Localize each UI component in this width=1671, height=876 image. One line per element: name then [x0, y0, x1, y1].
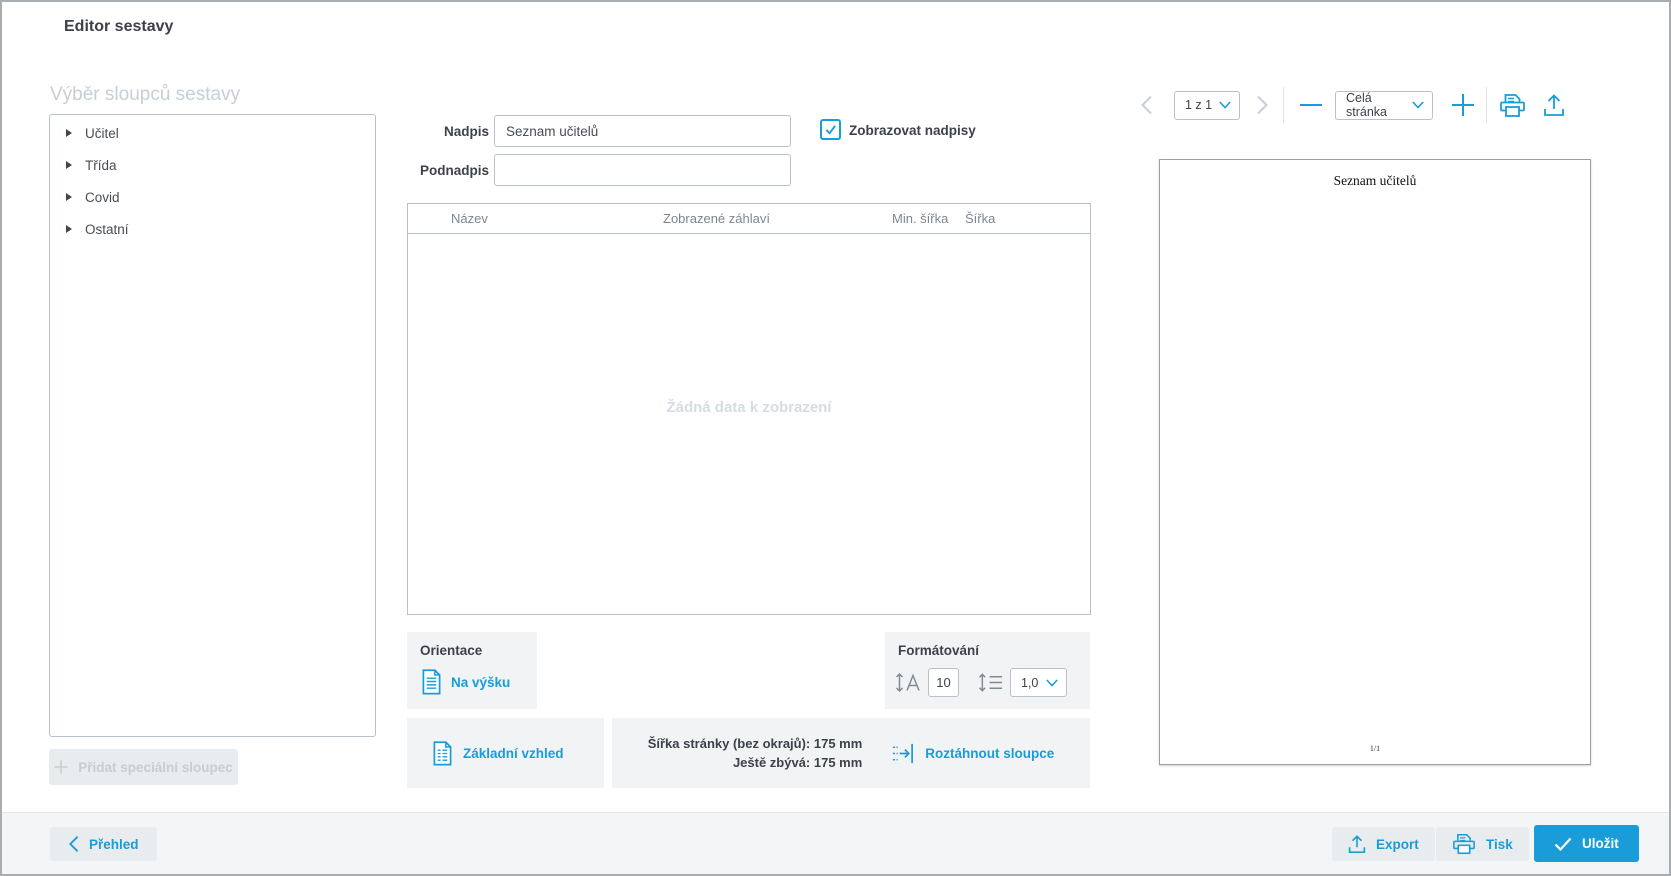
subtitle-input[interactable] [494, 154, 791, 186]
tree-item-covid[interactable]: Covid [50, 181, 375, 213]
export-button[interactable]: Export [1332, 827, 1435, 861]
chevron-left-icon [1140, 95, 1153, 115]
next-page-button[interactable] [1256, 95, 1269, 115]
preview-toolbar: 1 z 1 Celá stránka [1140, 90, 1565, 120]
column-header: Název [451, 204, 488, 234]
column-header: Šířka [965, 204, 995, 234]
toolbar-separator [1283, 87, 1284, 123]
chevron-right-icon [1256, 95, 1269, 115]
portrait-document-icon [421, 669, 442, 695]
base-look-label: Základní vzhled [463, 746, 564, 761]
subtitle-field-label: Podnadpis [407, 163, 489, 178]
check-icon [1554, 837, 1572, 851]
orientation-button[interactable]: Na výšku [421, 669, 510, 695]
column-tree: Učitel Třída Covid Ostatní [49, 114, 376, 737]
formatting-label: Formátování [898, 643, 979, 658]
font-size-icon [895, 671, 922, 694]
formatting-panel: Formátování 1,0 [885, 632, 1090, 709]
zoom-in-button[interactable] [1451, 93, 1475, 117]
page-width-panel: Šířka stránky (bez okrajů): 175 mm Ještě… [612, 718, 1090, 788]
back-button[interactable]: Přehled [50, 827, 157, 861]
tree-item-label: Učitel [85, 126, 119, 141]
font-size-input[interactable] [928, 668, 959, 697]
preview-page-footer: 1/1 [1160, 744, 1590, 753]
preview-page: Seznam učitelů 1/1 [1159, 159, 1591, 765]
line-spacing-icon [978, 671, 1004, 694]
upload-icon [1543, 93, 1565, 117]
tree-item-ucitel[interactable]: Učitel [50, 117, 375, 149]
tree-item-label: Ostatní [85, 222, 129, 237]
stretch-columns-button[interactable]: Roztáhnout sloupce [890, 741, 1054, 766]
orientation-label: Orientace [420, 643, 482, 658]
stretch-columns-label: Roztáhnout sloupce [925, 746, 1054, 761]
line-spacing-value: 1,0 [1021, 676, 1038, 690]
orientation-panel: Orientace Na výšku [407, 632, 537, 709]
tree-item-label: Covid [85, 190, 120, 205]
page-width-info: Šířka stránky (bez okrajů): 175 mm Ještě… [648, 734, 863, 773]
layout-settings-icon [432, 741, 453, 766]
app-frame: Editor sestavy Výběr sloupců sestavy Uči… [0, 0, 1671, 876]
printer-icon [1452, 833, 1476, 855]
print-button[interactable]: Tisk [1436, 827, 1529, 861]
footer-bar: Přehled Export Tisk Uložit [2, 812, 1669, 874]
export-button-label: Export [1376, 837, 1419, 852]
stretch-columns-icon [890, 741, 915, 766]
base-look-panel: Základní vzhled [407, 718, 604, 788]
columns-table-header: Název Zobrazené záhlaví Min. šířka Šířka [408, 204, 1090, 234]
plus-icon [54, 760, 68, 774]
zoom-out-button[interactable] [1299, 103, 1323, 107]
save-button-label: Uložit [1582, 836, 1619, 851]
page-width-line2: Ještě zbývá: 175 mm [648, 753, 863, 773]
chevron-down-icon [1219, 101, 1231, 109]
tree-item-ostatni[interactable]: Ostatní [50, 213, 375, 245]
title-input[interactable] [494, 115, 791, 147]
chevron-left-icon [68, 835, 79, 853]
expand-arrow-icon [66, 161, 72, 169]
expand-arrow-icon [66, 129, 72, 137]
expand-arrow-icon [66, 225, 72, 233]
previous-page-button[interactable] [1140, 95, 1153, 115]
base-look-button[interactable]: Základní vzhled [432, 741, 564, 766]
minus-icon [1299, 103, 1323, 107]
upload-icon [1348, 834, 1366, 854]
line-spacing-select[interactable]: 1,0 [1010, 668, 1067, 697]
print-preview-button[interactable] [1499, 93, 1526, 118]
plus-icon [1451, 93, 1475, 117]
check-icon [824, 123, 837, 136]
preview-page-title: Seznam učitelů [1160, 173, 1590, 189]
printer-icon [1499, 93, 1526, 118]
page-title: Editor sestavy [64, 18, 173, 36]
print-button-label: Tisk [1486, 837, 1513, 852]
zoom-select[interactable]: Celá stránka [1335, 91, 1433, 120]
add-special-column-button[interactable]: Přidat speciální sloupec [49, 749, 238, 785]
zoom-select-value: Celá stránka [1346, 91, 1406, 119]
page-width-line1: Šířka stránky (bez okrajů): 175 mm [648, 734, 863, 754]
page-select-value: 1 z 1 [1185, 98, 1212, 112]
title-field-label: Nadpis [407, 124, 489, 139]
column-header: Zobrazené záhlaví [663, 204, 770, 234]
tree-item-trida[interactable]: Třída [50, 149, 375, 181]
back-button-label: Přehled [89, 837, 139, 852]
expand-arrow-icon [66, 193, 72, 201]
toolbar-separator [1486, 87, 1487, 123]
save-button[interactable]: Uložit [1534, 825, 1639, 862]
add-special-column-label: Přidat speciální sloupec [78, 760, 233, 775]
export-preview-button[interactable] [1543, 93, 1565, 117]
orientation-value: Na výšku [451, 675, 510, 690]
tree-item-label: Třída [85, 158, 117, 173]
show-headings-checkbox[interactable] [820, 119, 841, 140]
column-header: Min. šířka [892, 204, 948, 234]
chevron-down-icon [1046, 679, 1058, 687]
chevron-down-icon [1412, 101, 1424, 109]
page-select[interactable]: 1 z 1 [1174, 91, 1240, 120]
show-headings-label: Zobrazovat nadpisy [849, 123, 976, 138]
empty-state-text: Žádná data k zobrazení [408, 399, 1090, 416]
columns-table: Název Zobrazené záhlaví Min. šířka Šířka… [407, 203, 1091, 615]
column-picker-heading: Výběr sloupců sestavy [50, 84, 240, 106]
